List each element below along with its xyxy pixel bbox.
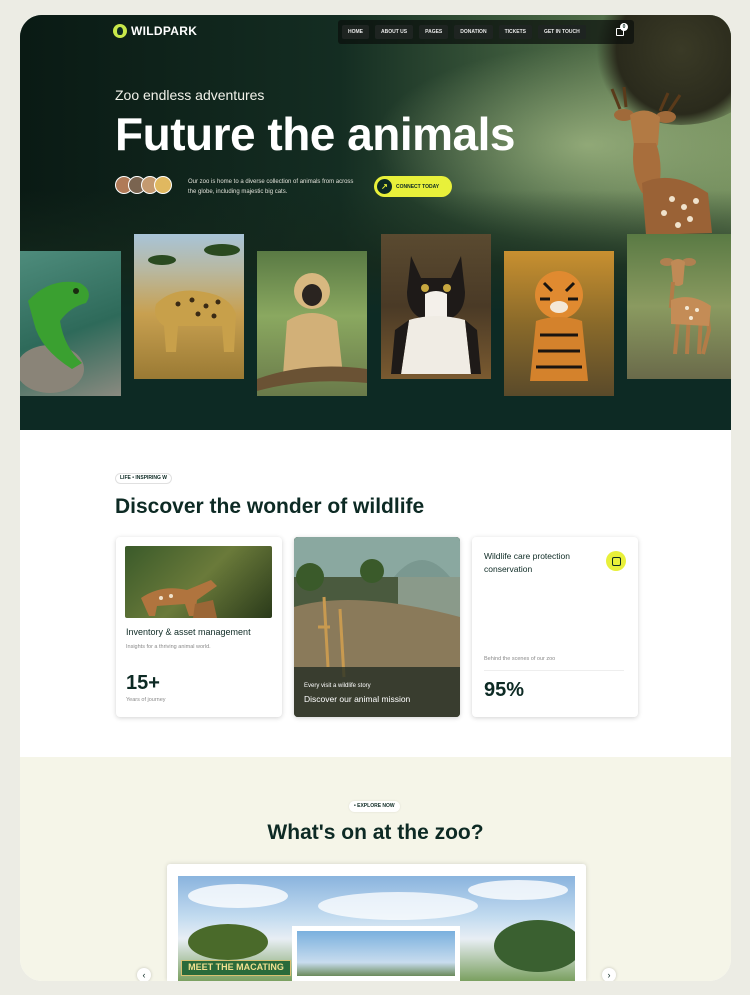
brand-name: WILDPARK [131, 24, 198, 38]
explore-now-pill: • EXPLORE NOW [349, 801, 400, 812]
tiger-photo [504, 251, 614, 396]
fawn-photo [627, 234, 731, 379]
conservation-card-title: Wildlife care protection conservation [484, 551, 570, 574]
hero-description: Our zoo is home to a diverse collection … [188, 179, 354, 195]
nav-item-contact[interactable]: GET IN TOUCH [537, 25, 586, 39]
visitor-avatars [115, 176, 172, 194]
nav-item-about[interactable]: ABOUT US [375, 25, 414, 39]
iguana-photo [20, 251, 121, 396]
whats-on-title: What's on at the zoo? [267, 821, 484, 844]
zoo-entrance-image: MEET THE MACATING [178, 876, 575, 981]
avatar [154, 176, 172, 194]
hero-tagline: Zoo endless adventures [115, 87, 265, 103]
zoo-aerial-image [294, 537, 460, 717]
hero-section: WILDPARK HOME ABOUT US PAGES DONATION TI… [20, 15, 731, 430]
mission-card-title: Discover our animal mission [304, 694, 411, 704]
discover-title: Discover the wonder of wildlife [115, 495, 425, 518]
deer-herd-image [125, 546, 272, 618]
leopard-photo [134, 234, 244, 379]
shield-icon [606, 551, 626, 571]
cta-label: CONNECT TODAY [396, 183, 440, 190]
animal-mission-card[interactable]: Every visit a wildlife story Discover ou… [294, 537, 460, 717]
entrance-banner: MEET THE MACATING [181, 960, 291, 976]
connect-today-button[interactable]: ↗ CONNECT TODAY [374, 176, 452, 197]
nav-item-pages[interactable]: PAGES [419, 25, 449, 39]
brand-logo[interactable]: WILDPARK [113, 24, 197, 38]
arrow-up-right-icon: ↗ [377, 179, 392, 194]
nav-item-home[interactable]: HOME [342, 25, 369, 39]
cat-photo [381, 234, 491, 379]
chevron-left-icon[interactable]: ‹ [137, 968, 151, 981]
monkey-photo [257, 251, 367, 396]
whats-on-carousel: MEET THE MACATING [167, 864, 586, 981]
inventory-card[interactable]: Inventory & asset management Insights fo… [116, 537, 282, 717]
conservation-stat: 95% [484, 679, 525, 701]
mission-card-kicker: Every visit a wildlife story [304, 683, 371, 689]
years-stat-label: Years of journey [126, 697, 166, 703]
nav-item-donation[interactable]: DONATION [454, 25, 493, 39]
hero-title: Future the animals [115, 108, 515, 160]
cart-count-badge: 0 [620, 23, 628, 31]
page-frame: WILDPARK HOME ABOUT US PAGES DONATION TI… [20, 15, 731, 981]
conservation-card[interactable]: Wildlife care protection conservation Be… [472, 537, 638, 717]
chevron-right-icon[interactable]: › [602, 968, 616, 981]
deer-image [610, 86, 712, 235]
section-breadcrumb: LIFE • INSPIRING W [115, 473, 173, 484]
inventory-card-title: Inventory & asset management [126, 627, 251, 637]
nav-item-tickets[interactable]: TICKETS [498, 25, 532, 39]
conservation-card-subtitle: Behind the scenes of our zoo [484, 656, 556, 662]
event-thumbnail[interactable] [292, 926, 460, 981]
years-stat: 15+ [126, 672, 160, 694]
logo-icon [113, 24, 127, 38]
inventory-card-subtitle: Insights for a thriving animal world. [126, 644, 211, 650]
divider [484, 670, 624, 671]
main-nav: HOME ABOUT US PAGES DONATION TICKETS GET… [338, 20, 634, 44]
